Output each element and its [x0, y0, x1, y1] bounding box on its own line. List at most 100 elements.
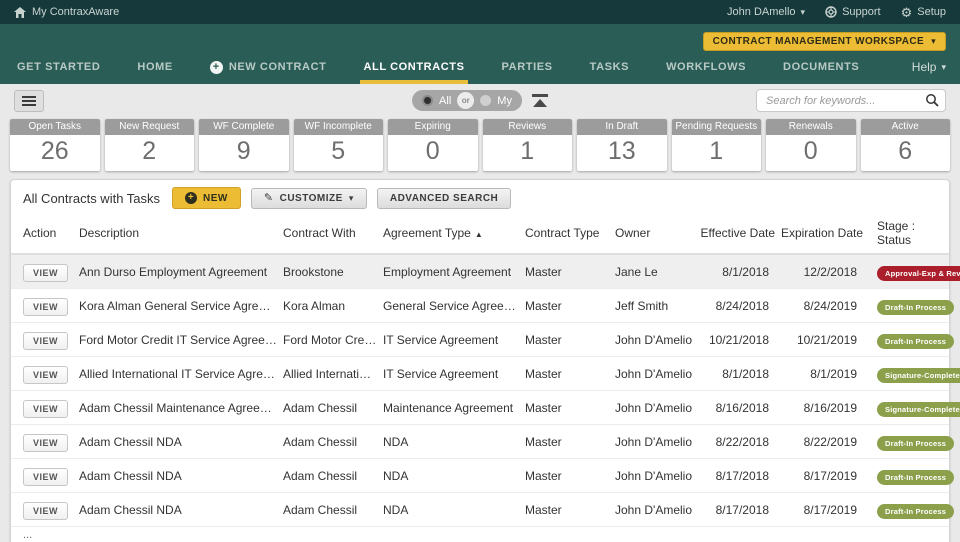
- view-button[interactable]: VIEW: [23, 297, 69, 316]
- nav-item-label: NEW CONTRACT: [228, 61, 327, 73]
- nav-item-workflows[interactable]: WORKFLOWS: [663, 54, 749, 84]
- table-row[interactable]: VIEW Adam Chessil NDA Adam Chessil NDA M…: [11, 459, 955, 494]
- column-header-effective-date[interactable]: Effective Date: [699, 226, 775, 240]
- view-button[interactable]: VIEW: [23, 399, 69, 418]
- stat-card-expiring[interactable]: Expiring 0: [388, 119, 478, 172]
- cell-owner: John D'Amelio: [615, 400, 692, 415]
- stat-card-new-request[interactable]: New Request 2: [104, 119, 194, 172]
- cell-owner: John D'Amelio: [615, 468, 692, 483]
- nav-item-label: ALL CONTRACTS: [363, 61, 465, 73]
- cell-expiration-date: 8/16/2019: [803, 400, 857, 415]
- cell-contract-with: Brookstone: [283, 264, 344, 279]
- user-name: John DAmello: [727, 6, 796, 18]
- workspace-selector-button[interactable]: CONTRACT MANAGEMENT WORKSPACE ▾: [702, 32, 946, 51]
- cell-expiration-date: 8/17/2019: [803, 502, 857, 517]
- toggle-my-label: My: [497, 94, 512, 107]
- column-header-expiration-date[interactable]: Expiration Date: [775, 226, 863, 240]
- table-row[interactable]: VIEW Adam Chessil Maintenance Agreement …: [11, 391, 960, 426]
- brand-label: My ContraxAware: [32, 6, 120, 18]
- stat-card-open-tasks[interactable]: Open Tasks 26: [10, 119, 100, 172]
- column-header-action[interactable]: Action: [23, 226, 79, 240]
- column-header-stage-status[interactable]: Stage : Status: [863, 219, 941, 247]
- cell-owner: John D'Amelio: [615, 332, 692, 347]
- search-input[interactable]: [756, 89, 946, 112]
- status-badge: Draft-In Process: [877, 435, 955, 451]
- status-badge: Draft-In Process: [877, 299, 955, 315]
- radio-all-icon[interactable]: [422, 95, 434, 106]
- stat-card-reviews[interactable]: Reviews 1: [482, 119, 572, 172]
- cell-contract-type: Master: [525, 502, 562, 517]
- nav-item-all-contracts[interactable]: ALL CONTRACTS: [360, 54, 468, 84]
- sort-asc-icon: ▲: [474, 230, 483, 240]
- cell-contract-with: Adam Chessil: [283, 400, 358, 415]
- toolbar: All or My: [0, 84, 960, 112]
- nav-item-new-contract[interactable]: + NEW CONTRACT: [207, 54, 330, 84]
- status-badge: Draft-In Process: [877, 469, 955, 485]
- column-header-agreement-type[interactable]: Agreement Type ▲: [383, 226, 525, 240]
- view-button[interactable]: VIEW: [23, 365, 69, 384]
- nav-item-label: HOME: [137, 61, 173, 73]
- cell-owner: John D'Amelio: [615, 502, 692, 517]
- view-button[interactable]: VIEW: [23, 433, 69, 452]
- customize-button[interactable]: ✎ CUSTOMIZE ▾: [250, 187, 367, 209]
- menu-toggle-button[interactable]: [14, 89, 44, 112]
- stat-card-wf-complete[interactable]: WF Complete 9: [199, 119, 289, 172]
- hamburger-icon: [22, 99, 36, 102]
- table-row[interactable]: VIEW Adam Chessil NDA Adam Chessil NDA M…: [11, 425, 955, 460]
- nav-item-get-started[interactable]: GET STARTED: [14, 54, 103, 84]
- view-button[interactable]: VIEW: [23, 331, 69, 350]
- status-badge: Signature-Completed: [877, 367, 960, 383]
- stat-cards-row: Open Tasks 26 New Request 2 WF Complete …: [10, 119, 950, 172]
- help-menu[interactable]: Help ▾: [912, 54, 946, 84]
- cell-description: Adam Chessil NDA: [79, 502, 182, 517]
- cell-agreement-type: NDA: [383, 502, 409, 517]
- table-row[interactable]: VIEW Allied International IT Service Agr…: [11, 357, 960, 392]
- column-header-description[interactable]: Description: [79, 226, 283, 240]
- table-row[interactable]: VIEW Ann Durso Employment Agreement Broo…: [11, 255, 960, 290]
- column-header-contract-type[interactable]: Contract Type: [525, 226, 615, 240]
- table-footer: ... Displaying first 8 of 26 records. Cl…: [11, 527, 949, 542]
- view-button[interactable]: VIEW: [23, 263, 69, 282]
- nav-item-parties[interactable]: PARTIES: [499, 54, 556, 84]
- column-header-owner[interactable]: Owner: [615, 226, 699, 240]
- advanced-search-button[interactable]: ADVANCED SEARCH: [376, 187, 512, 209]
- home-brand-link[interactable]: My ContraxAware: [14, 6, 119, 18]
- nav-item-documents[interactable]: DOCUMENTS: [780, 54, 862, 84]
- view-button[interactable]: VIEW: [23, 467, 69, 486]
- all-my-toggle[interactable]: All or My: [412, 90, 522, 111]
- cell-expiration-date: 8/1/2019: [810, 366, 857, 381]
- table-row[interactable]: VIEW Ford Motor Credit IT Service Agreem…: [11, 323, 955, 358]
- status-badge: Approval-Exp & Review: [877, 265, 960, 281]
- cell-effective-date: 8/24/2018: [715, 298, 769, 313]
- stat-card-value: 5: [331, 137, 346, 165]
- table-row[interactable]: VIEW Adam Chessil NDA Adam Chessil NDA M…: [11, 493, 955, 528]
- user-menu[interactable]: John DAmello ▾: [727, 6, 805, 18]
- view-button[interactable]: VIEW: [23, 501, 69, 520]
- column-header-contract-with[interactable]: Contract With: [283, 226, 383, 240]
- stat-card-label: Renewals: [766, 119, 856, 135]
- stat-card-in-draft[interactable]: In Draft 13: [577, 119, 667, 172]
- ellipsis-indicator: ...: [23, 529, 33, 542]
- support-link[interactable]: Support: [825, 6, 881, 18]
- cell-agreement-type: Maintenance Agreement: [383, 400, 514, 415]
- nav-item-tasks[interactable]: TASKS: [587, 54, 632, 84]
- cell-contract-with: Adam Chessil: [283, 502, 358, 517]
- cell-agreement-type: IT Service Agreement: [383, 332, 499, 347]
- stat-card-wf-incomplete[interactable]: WF Incomplete 5: [293, 119, 383, 172]
- radio-my-icon[interactable]: [480, 95, 492, 106]
- stat-card-renewals[interactable]: Renewals 0: [766, 119, 856, 172]
- workspace-band: CONTRACT MANAGEMENT WORKSPACE ▾ GET STAR…: [0, 24, 960, 84]
- stat-card-active[interactable]: Active 6: [860, 119, 950, 172]
- stat-card-label: Open Tasks: [10, 119, 100, 135]
- stat-card-value: 1: [709, 137, 724, 165]
- cell-description: Ford Motor Credit IT Service Agreement: [79, 332, 283, 347]
- search-icon[interactable]: [925, 93, 939, 107]
- new-contract-button[interactable]: + NEW: [172, 187, 241, 210]
- stat-card-pending-requests[interactable]: Pending Requests 1: [671, 119, 761, 172]
- advanced-search-label: ADVANCED SEARCH: [389, 192, 499, 204]
- collapse-panel-button[interactable]: [531, 94, 548, 107]
- nav-item-home[interactable]: HOME: [134, 54, 175, 84]
- cell-agreement-type: NDA: [383, 434, 409, 449]
- table-row[interactable]: VIEW Kora Alman General Service Agreemen…: [11, 289, 955, 324]
- setup-link[interactable]: ⚙ Setup: [901, 6, 946, 19]
